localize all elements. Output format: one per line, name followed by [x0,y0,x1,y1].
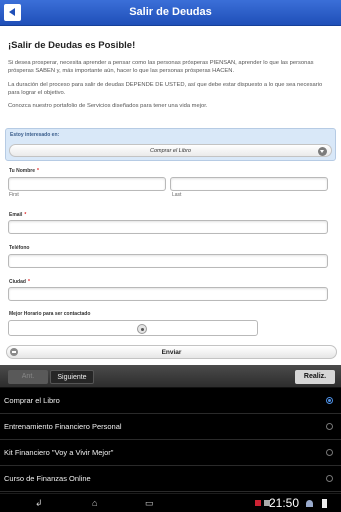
interest-label: Estoy interesado en: [10,132,60,138]
email-field[interactable] [8,220,328,234]
recent-apps-icon[interactable]: ▭ [145,498,154,508]
email-label: Email * [9,212,27,218]
radio-icon[interactable] [326,423,333,430]
city-label: Ciudad * [9,279,30,285]
picker-options: Comprar el Libro Entrenamiento Financier… [0,388,341,492]
radio-icon[interactable] [326,475,333,482]
intro-paragraph-1: Si desea prosperar, necesita aprender a … [8,60,314,74]
picker-option-label: Curso de Finanzas Online [4,474,91,483]
notification-icon [255,500,261,506]
chevron-down-icon [318,147,327,156]
picker-option[interactable]: Curso de Finanzas Online [0,466,341,492]
interest-select[interactable]: Comprar el Libro [9,144,332,157]
picker-option-label: Kit Financiero "Voy a Vivir Mejor" [4,448,114,457]
interest-select-value: Comprar el Libro [150,148,191,154]
clock: 21:50 [268,496,299,510]
intro-section: ¡Salir de Deudas es Posible! Si desea pr… [8,40,333,110]
keyboard-accessory-bar: Ant. Siguiente Realiz. [0,365,341,388]
radio-selected-icon[interactable] [326,397,333,404]
prev-button[interactable]: Ant. [8,370,48,384]
interest-panel: Estoy interesado en: Comprar el Libro [5,128,336,161]
required-asterisk: * [24,212,27,218]
picker-option-label: Entrenamiento Financiero Personal [4,422,122,431]
radio-icon[interactable] [326,449,333,456]
schedule-slider[interactable] [8,320,258,336]
city-field[interactable] [8,287,328,301]
battery-icon [322,499,327,508]
first-sublabel: First [9,192,19,198]
system-navigation-bar: ↲ ⌂ ▭ 21:50 [0,493,341,512]
home-icon[interactable]: ⌂ [92,498,97,508]
done-button[interactable]: Realiz. [295,370,335,384]
phone-field[interactable] [8,254,328,268]
name-label: Tu Nombre * [9,168,39,174]
slider-handle[interactable] [137,324,147,334]
required-asterisk: * [27,279,30,285]
intro-paragraph-2: La duración del proceso para salir de de… [8,82,323,96]
picker-option-label: Comprar el Libro [4,396,60,405]
intro-heading: ¡Salir de Deudas es Posible! [8,40,136,51]
intro-paragraph-3: Conozca nuestro portafolio de Servicios … [8,103,208,109]
page-title: Salir de Deudas [129,6,212,18]
last-name-field[interactable] [170,177,328,191]
schedule-label: Mejor Horario para ser contactado [9,311,91,317]
back-icon[interactable]: ↲ [35,498,43,508]
last-sublabel: Last [172,192,182,198]
app-header: Salir de Deudas [0,0,341,26]
send-button-label: Enviar [161,349,182,356]
next-button[interactable]: Siguiente [50,370,94,384]
wifi-icon [306,500,313,507]
phone-label: Teléfono [9,245,30,251]
picker-sheet: Ant. Siguiente Realiz. Comprar el Libro … [0,365,341,493]
first-name-field[interactable] [8,177,166,191]
required-asterisk: * [37,168,39,174]
send-button[interactable]: Enviar [6,345,337,359]
picker-option[interactable]: Comprar el Libro [0,388,341,414]
picker-option[interactable]: Entrenamiento Financiero Personal [0,414,341,440]
picker-option[interactable]: Kit Financiero "Voy a Vivir Mejor" [0,440,341,466]
